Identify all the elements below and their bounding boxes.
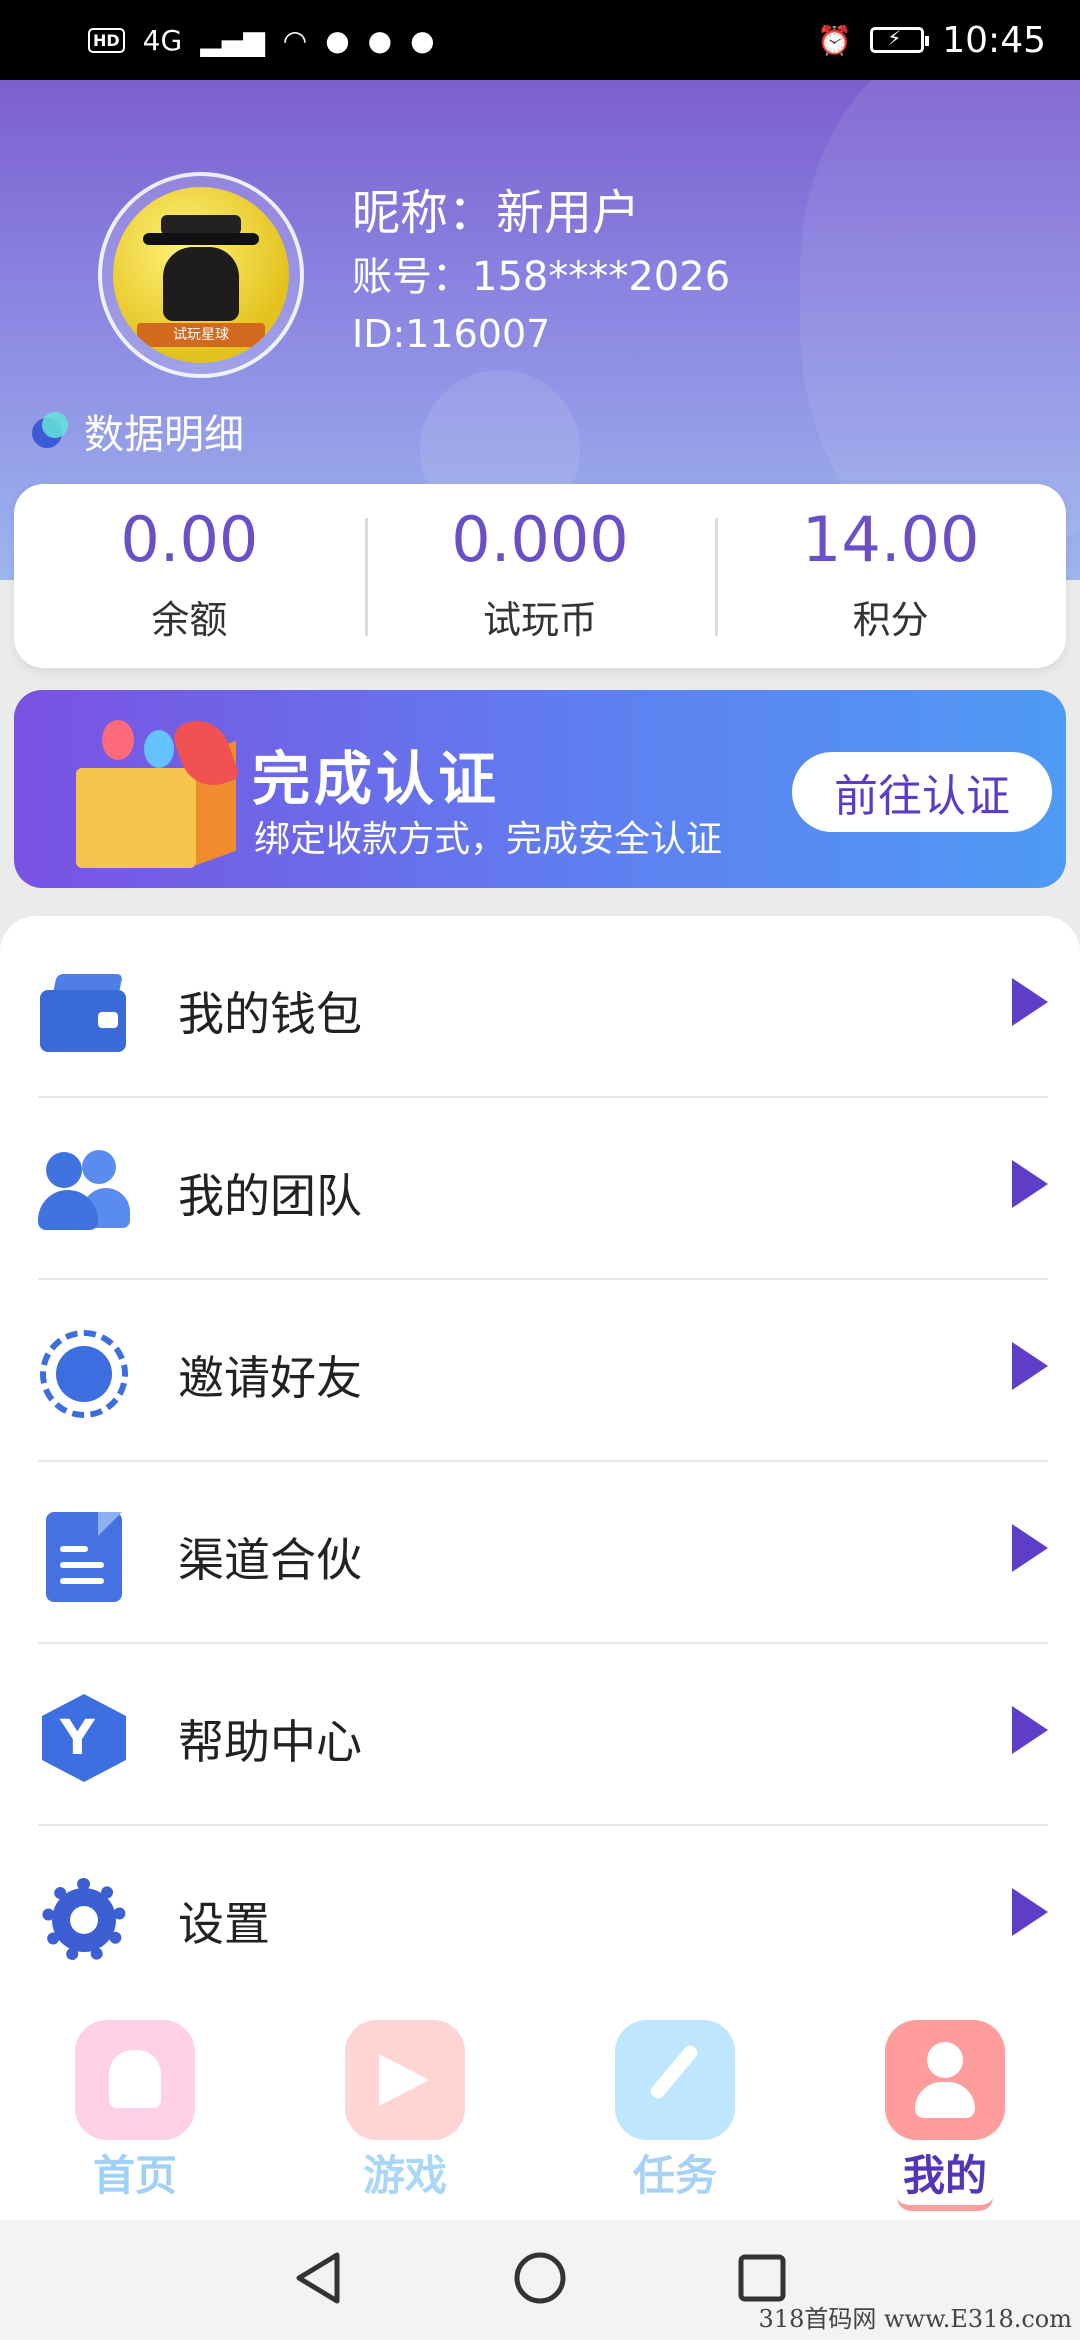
network-label: 4G bbox=[142, 23, 183, 57]
chevron-right-icon bbox=[1012, 1160, 1048, 1208]
system-nav-bar: 318首码网 www.E318.com bbox=[0, 2220, 1080, 2340]
status-bar: HD 4G ▂▄▆ ◠ ● ● ● ⏰ ⚡ 10:45 bbox=[0, 0, 1080, 80]
menu-item-label: 渠道合伙 bbox=[178, 1533, 362, 1587]
tab-game[interactable]: 游戏 bbox=[270, 2004, 540, 2220]
battery-icon: ⚡ bbox=[870, 26, 930, 53]
stat-value: 14.00 bbox=[801, 502, 980, 576]
avatar-brim bbox=[143, 233, 259, 245]
avatar[interactable]: 试玩星球 bbox=[98, 172, 304, 378]
signal-icon: ▂▄▆ bbox=[200, 23, 265, 57]
stat-coins[interactable]: 0.000 试玩币 bbox=[364, 484, 716, 668]
menu-item-channel-partner[interactable]: 渠道合伙 bbox=[0, 1462, 1080, 1644]
alarm-icon: ⏰ bbox=[817, 23, 853, 57]
team-icon bbox=[38, 1146, 130, 1238]
status-right: ⏰ ⚡ 10:45 bbox=[817, 20, 1046, 61]
tab-label: 首页 bbox=[92, 2151, 177, 2200]
game-icon bbox=[345, 2020, 465, 2140]
profile-icon bbox=[885, 2020, 1005, 2140]
tab-home[interactable]: 首页 bbox=[0, 2004, 270, 2220]
wifi-icon: ◠ bbox=[282, 23, 308, 57]
menu-item-invite[interactable]: 邀请好友 bbox=[0, 1280, 1080, 1462]
chevron-right-icon bbox=[1012, 1524, 1048, 1572]
hd-badge: HD bbox=[88, 27, 125, 53]
menu-item-label: 帮助中心 bbox=[178, 1715, 362, 1769]
data-detail-link[interactable]: 数据明细 bbox=[32, 402, 244, 460]
menu-item-label: 我的团队 bbox=[178, 1169, 362, 1223]
stat-balance[interactable]: 0.00 余额 bbox=[14, 484, 365, 668]
stat-label: 试玩币 bbox=[483, 597, 598, 642]
avatar-figure bbox=[163, 247, 239, 321]
menu-item-team[interactable]: 我的团队 bbox=[0, 1098, 1080, 1280]
verification-title: 完成认证 bbox=[252, 745, 501, 813]
verification-subtitle: 绑定收款方式，完成安全认证 bbox=[254, 819, 723, 860]
chevron-right-icon bbox=[1012, 1706, 1048, 1754]
document-icon bbox=[38, 1510, 130, 1602]
verification-banner[interactable]: 完成认证 绑定收款方式，完成安全认证 前往认证 bbox=[14, 690, 1066, 888]
back-icon[interactable] bbox=[293, 2251, 343, 2309]
tab-label: 任务 bbox=[632, 2151, 717, 2200]
status-left: HD 4G ▂▄▆ ◠ ● ● ● bbox=[88, 24, 435, 57]
home-nav-icon[interactable] bbox=[513, 2251, 567, 2309]
tab-label: 游戏 bbox=[362, 2151, 447, 2200]
menu-item-settings[interactable]: 设置 bbox=[0, 1826, 1080, 2008]
stat-label: 积分 bbox=[852, 597, 929, 642]
qq-icon: ● bbox=[325, 23, 350, 57]
message-icon: ● bbox=[410, 23, 435, 57]
avatar-image: 试玩星球 bbox=[113, 187, 289, 363]
menu-item-label: 设置 bbox=[178, 1897, 270, 1951]
avatar-hat bbox=[161, 215, 241, 235]
tab-mine[interactable]: 我的 bbox=[810, 2004, 1080, 2220]
chevron-right-icon bbox=[1012, 1888, 1048, 1936]
menu-item-label: 邀请好友 bbox=[178, 1351, 362, 1405]
menu-item-help-center[interactable]: Y 帮助中心 bbox=[0, 1644, 1080, 1826]
wechat-icon: ● bbox=[367, 23, 393, 57]
menu-item-wallet[interactable]: 我的钱包 bbox=[0, 916, 1080, 1098]
invite-icon bbox=[38, 1328, 130, 1420]
stat-label: 余额 bbox=[151, 597, 228, 642]
status-time: 10:45 bbox=[942, 19, 1046, 61]
tab-label: 我的 bbox=[896, 2142, 993, 2211]
home-icon bbox=[75, 2020, 195, 2140]
wallet-icon bbox=[38, 964, 130, 1056]
data-detail-icon bbox=[32, 412, 70, 450]
data-detail-label: 数据明细 bbox=[84, 412, 244, 458]
avatar-banner: 试玩星球 bbox=[137, 323, 265, 347]
stat-value: 0.00 bbox=[120, 502, 259, 576]
tab-task[interactable]: 任务 bbox=[540, 2004, 810, 2220]
gift-box-icon bbox=[62, 711, 262, 878]
watermark: 318首码网 www.E318.com bbox=[758, 2305, 1072, 2333]
stat-value: 0.000 bbox=[451, 502, 629, 576]
go-verify-button[interactable]: 前往认证 bbox=[792, 752, 1052, 832]
account-number: 账号：158****2026 bbox=[352, 254, 731, 300]
stat-points[interactable]: 14.00 积分 bbox=[715, 484, 1066, 668]
stats-card: 0.00 余额 0.000 试玩币 14.00 积分 bbox=[14, 484, 1066, 668]
user-id: ID:116007 bbox=[352, 312, 551, 356]
chevron-right-icon bbox=[1012, 1342, 1048, 1390]
bottom-tab-bar: 首页 游戏 任务 我的 bbox=[0, 2004, 1080, 2220]
nickname: 昵称：新用户 bbox=[352, 185, 641, 241]
gear-icon bbox=[38, 1874, 130, 1966]
task-icon bbox=[615, 2020, 735, 2140]
menu-list: 我的钱包 我的团队 邀请好友 渠道合伙 Y 帮助中心 设置 bbox=[0, 916, 1080, 2016]
help-center-icon: Y bbox=[38, 1692, 130, 1784]
chevron-right-icon bbox=[1012, 978, 1048, 1026]
menu-item-label: 我的钱包 bbox=[178, 987, 362, 1041]
